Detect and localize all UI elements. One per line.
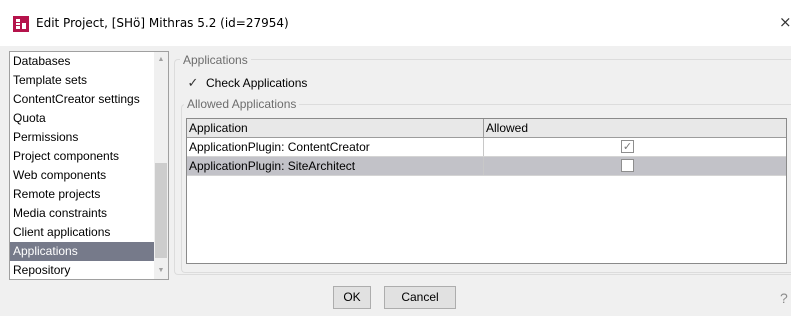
allowed-cell	[484, 157, 786, 175]
check-applications-label[interactable]: Check Applications	[206, 76, 307, 90]
check-applications-checkbox[interactable]: ✓	[185, 76, 201, 91]
table-row[interactable]: ApplicationPlugin: SiteArchitect	[187, 157, 786, 176]
check-applications-option[interactable]: ✓ Check Applications	[185, 75, 308, 91]
allowed-applications-legend: Allowed Applications	[184, 97, 300, 111]
sidebar-item-databases[interactable]: Databases	[10, 52, 155, 71]
sidebar-item-remote-projects[interactable]: Remote projects	[10, 185, 155, 204]
allowed-checkbox[interactable]: ✓	[621, 140, 634, 153]
column-header-allowed[interactable]: Allowed	[484, 119, 786, 137]
title-bar: Edit Project, [SHö] Mithras 5.2 (id=2795…	[0, 0, 791, 46]
applications-group-legend: Applications	[180, 53, 251, 67]
sidebar-item-media-constraints[interactable]: Media constraints	[10, 204, 155, 223]
scroll-thumb[interactable]	[155, 163, 167, 258]
scroll-down-icon[interactable]: ▼	[154, 265, 168, 277]
application-cell: ApplicationPlugin: ContentCreator	[187, 138, 484, 156]
sidebar-item-quota[interactable]: Quota	[10, 109, 155, 128]
cancel-button[interactable]: Cancel	[384, 286, 456, 309]
help-icon[interactable]: ?	[780, 290, 791, 306]
dialog-content: Databases Template sets ContentCreator s…	[0, 46, 791, 316]
table-row[interactable]: ApplicationPlugin: ContentCreator ✓	[187, 138, 786, 157]
sidebar-item-web-components[interactable]: Web components	[10, 166, 155, 185]
ok-button[interactable]: OK	[333, 286, 371, 309]
allowed-cell: ✓	[484, 138, 786, 156]
sidebar-item-template-sets[interactable]: Template sets	[10, 71, 155, 90]
allowed-applications-table: Application Allowed ApplicationPlugin: C…	[186, 118, 787, 264]
sidebar-item-permissions[interactable]: Permissions	[10, 128, 155, 147]
window-title: Edit Project, [SHö] Mithras 5.2 (id=2795…	[36, 16, 289, 30]
sidebar-item-project-components[interactable]: Project components	[10, 147, 155, 166]
application-cell: ApplicationPlugin: SiteArchitect	[187, 157, 484, 175]
table-header: Application Allowed	[187, 119, 786, 138]
column-header-application[interactable]: Application	[187, 119, 484, 137]
app-icon	[13, 16, 29, 32]
close-button[interactable]: ×	[779, 12, 791, 32]
sidebar-item-client-applications[interactable]: Client applications	[10, 223, 155, 242]
sidebar-item-applications[interactable]: Applications	[10, 242, 155, 261]
scroll-up-icon[interactable]: ▲	[154, 54, 168, 66]
category-list[interactable]: Databases Template sets ContentCreator s…	[9, 51, 169, 280]
allowed-checkbox[interactable]	[621, 159, 634, 172]
sidebar-scrollbar[interactable]: ▲ ▼	[154, 52, 168, 279]
sidebar-item-repository[interactable]: Repository	[10, 261, 155, 279]
sidebar-item-contentcreator-settings[interactable]: ContentCreator settings	[10, 90, 155, 109]
